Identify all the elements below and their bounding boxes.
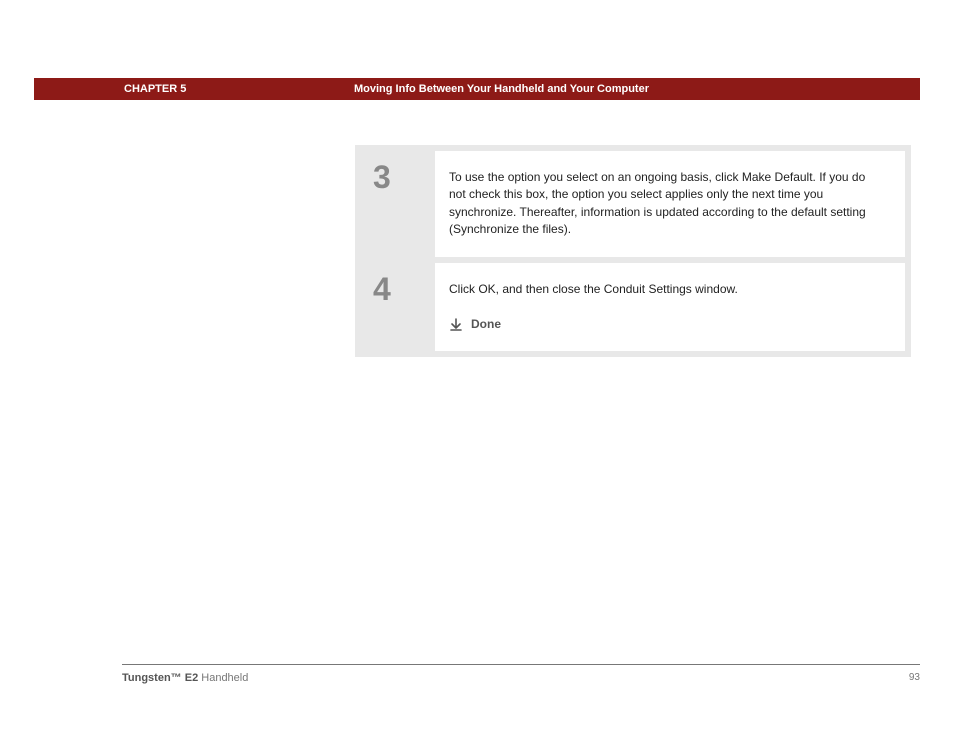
page-number: 93 — [909, 672, 920, 684]
steps-container: 3 To use the option you select on an ong… — [355, 145, 911, 357]
done-row: Done — [449, 316, 885, 333]
step-text: To use the option you select on an ongoi… — [449, 170, 866, 236]
step-row: 4 Click OK, and then close the Conduit S… — [361, 263, 905, 352]
footer-product: Tungsten™ E2 Handheld — [122, 672, 248, 684]
done-label: Done — [471, 316, 501, 333]
step-body: Click OK, and then close the Conduit Set… — [435, 263, 905, 352]
chapter-title: Moving Info Between Your Handheld and Yo… — [354, 83, 649, 95]
page-footer: Tungsten™ E2 Handheld 93 — [122, 672, 920, 684]
step-number: 3 — [361, 151, 435, 257]
chapter-label: CHAPTER 5 — [124, 83, 354, 95]
step-body: To use the option you select on an ongoi… — [435, 151, 905, 257]
download-done-icon — [449, 318, 463, 332]
step-row: 3 To use the option you select on an ong… — [361, 151, 905, 257]
footer-product-rest: Handheld — [198, 672, 248, 684]
chapter-header-bar: CHAPTER 5 Moving Info Between Your Handh… — [34, 78, 920, 100]
footer-product-bold: Tungsten™ E2 — [122, 672, 198, 684]
footer-rule — [122, 664, 920, 665]
step-number: 4 — [361, 263, 435, 352]
step-text: Click OK, and then close the Conduit Set… — [449, 282, 738, 296]
